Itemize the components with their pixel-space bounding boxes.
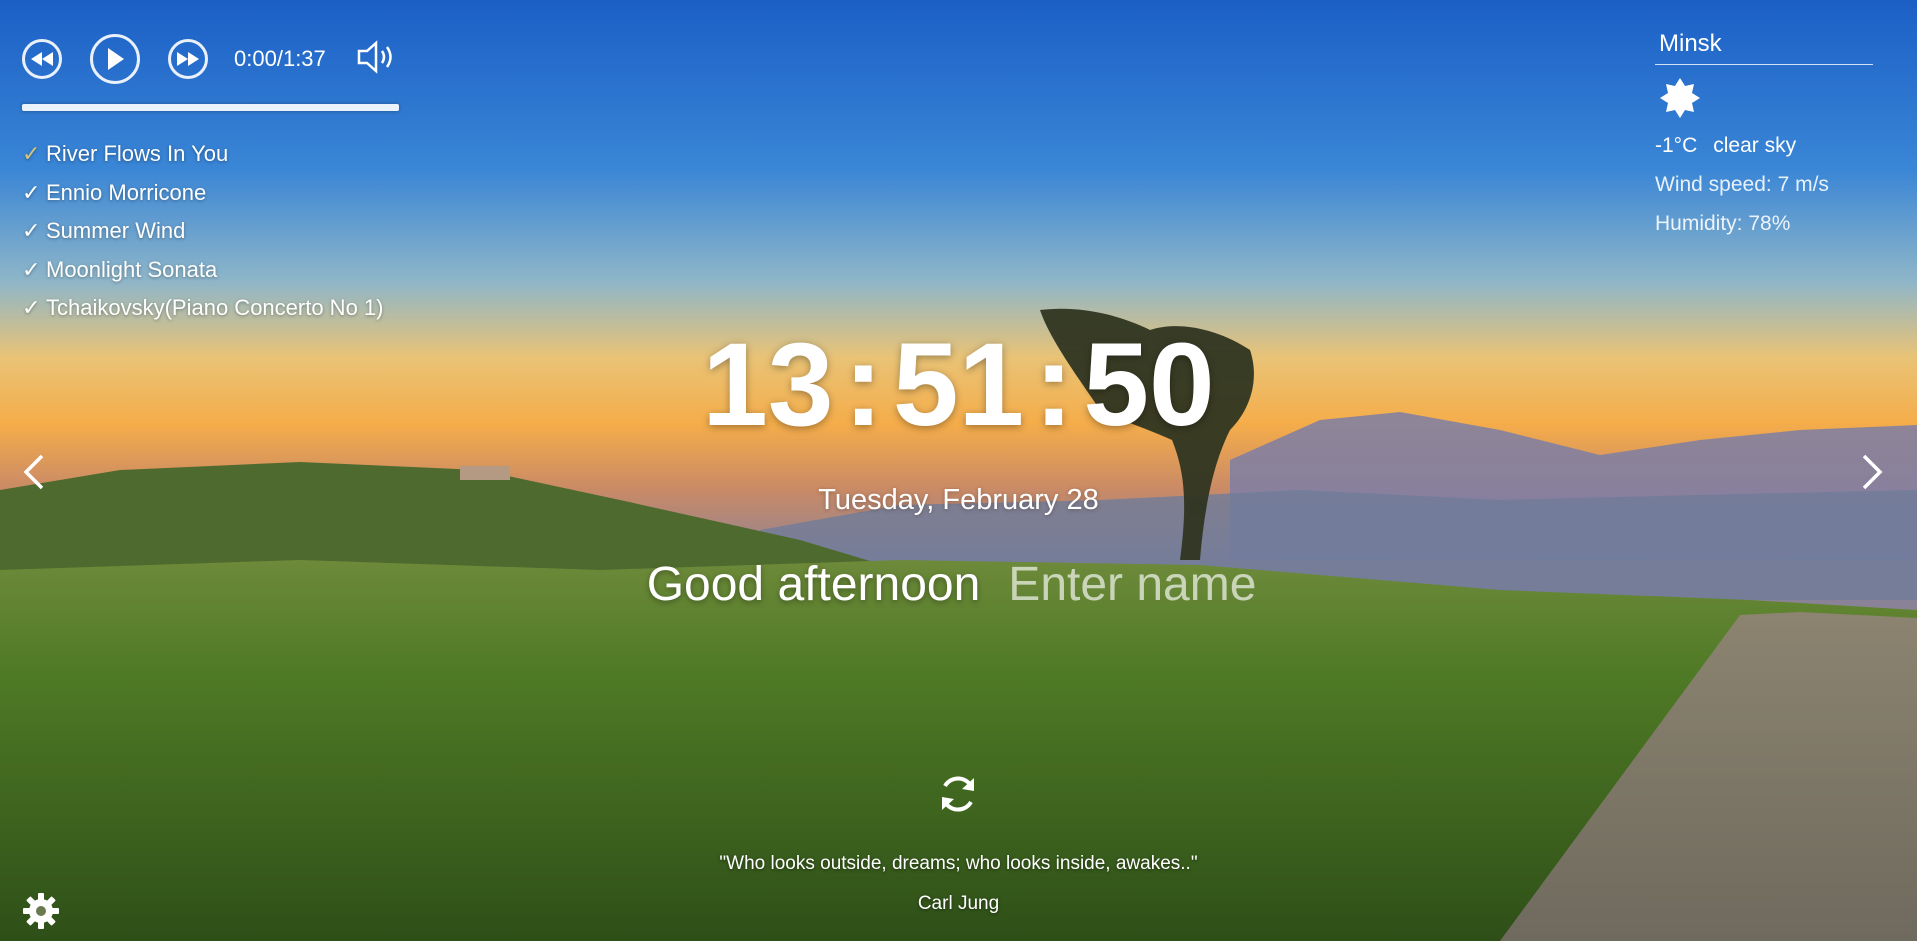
greeting-container: Good afternoon (0, 556, 1917, 613)
track-title: Tchaikovsky(Piano Concerto No 1) (46, 295, 384, 321)
temperature: -1°C (1655, 134, 1698, 157)
refresh-icon (942, 776, 974, 812)
quote-author: Carl Jung (917, 893, 1000, 914)
quote-text: "Who looks outside, dreams; who looks in… (719, 853, 1198, 874)
check-icon: ✓ (22, 218, 41, 244)
next-track-button[interactable] (168, 39, 208, 79)
previous-slide-button[interactable] (22, 454, 46, 495)
previous-track-button[interactable] (22, 39, 62, 79)
playlist-item[interactable]: ✓ Summer Wind (22, 216, 399, 255)
volume-icon (357, 39, 392, 74)
audio-player: 0:00/1:37 ✓ River Flows In You ✓ Ennio Mor… (22, 34, 399, 332)
sun-icon (1659, 77, 1867, 124)
clock-separator: : (843, 319, 883, 451)
date-display: Tuesday, February 28 (818, 484, 1099, 516)
play-button[interactable] (90, 34, 140, 84)
playlist: ✓ River Flows In You ✓ Ennio Morricone ✓ Su… (22, 139, 399, 332)
check-icon: ✓ (22, 256, 41, 282)
settings-button[interactable] (22, 892, 60, 935)
weather-summary: -1°C clear sky (1655, 134, 1867, 163)
clock-minutes: 51 (892, 319, 1025, 451)
fast-forward-icon (177, 52, 199, 66)
refresh-quote-button[interactable] (936, 772, 980, 821)
rewind-icon (31, 52, 53, 66)
greeting-text: Good afternoon (646, 558, 981, 611)
player-controls: 0:00/1:37 (22, 34, 399, 84)
progress-bar[interactable] (22, 104, 399, 111)
weather-widget: -1°C clear sky Wind speed: 7 m/s Humidity… (1655, 28, 1873, 241)
gear-icon (23, 893, 59, 929)
wind-speed: Wind speed: 7 m/s (1655, 173, 1829, 196)
weather-description: clear sky (1713, 134, 1797, 157)
playlist-item[interactable]: ✓ River Flows In You (22, 139, 399, 178)
humidity: Humidity: 78% (1655, 212, 1791, 235)
volume-button[interactable] (356, 39, 398, 79)
check-icon: ✓ (22, 295, 41, 321)
playlist-item[interactable]: ✓ Moonlight Sonata (22, 255, 399, 294)
check-icon: ✓ (22, 179, 41, 205)
playlist-item[interactable]: ✓ Ennio Morricone (22, 178, 399, 217)
playback-time: 0:00/1:37 (234, 46, 326, 72)
track-title: Summer Wind (46, 218, 186, 244)
play-icon (108, 48, 124, 70)
track-title: River Flows In You (46, 141, 229, 166)
clock-separator: : (1034, 319, 1074, 451)
clock: 13:51:50 (0, 326, 1917, 444)
track-title: Ennio Morricone (46, 179, 207, 205)
name-input[interactable] (1006, 556, 1271, 613)
total-time: 1:37 (282, 46, 326, 71)
track-title: Moonlight Sonata (46, 256, 218, 282)
check-icon: ✓ (22, 141, 41, 166)
city-input[interactable] (1655, 28, 1873, 65)
clock-seconds: 50 (1083, 319, 1215, 451)
chevron-right-icon (1862, 454, 1883, 490)
chevron-left-icon (23, 454, 44, 490)
current-time: 0:00 (234, 46, 277, 71)
next-slide-button[interactable] (1860, 454, 1884, 495)
clock-hours: 13 (702, 319, 834, 451)
